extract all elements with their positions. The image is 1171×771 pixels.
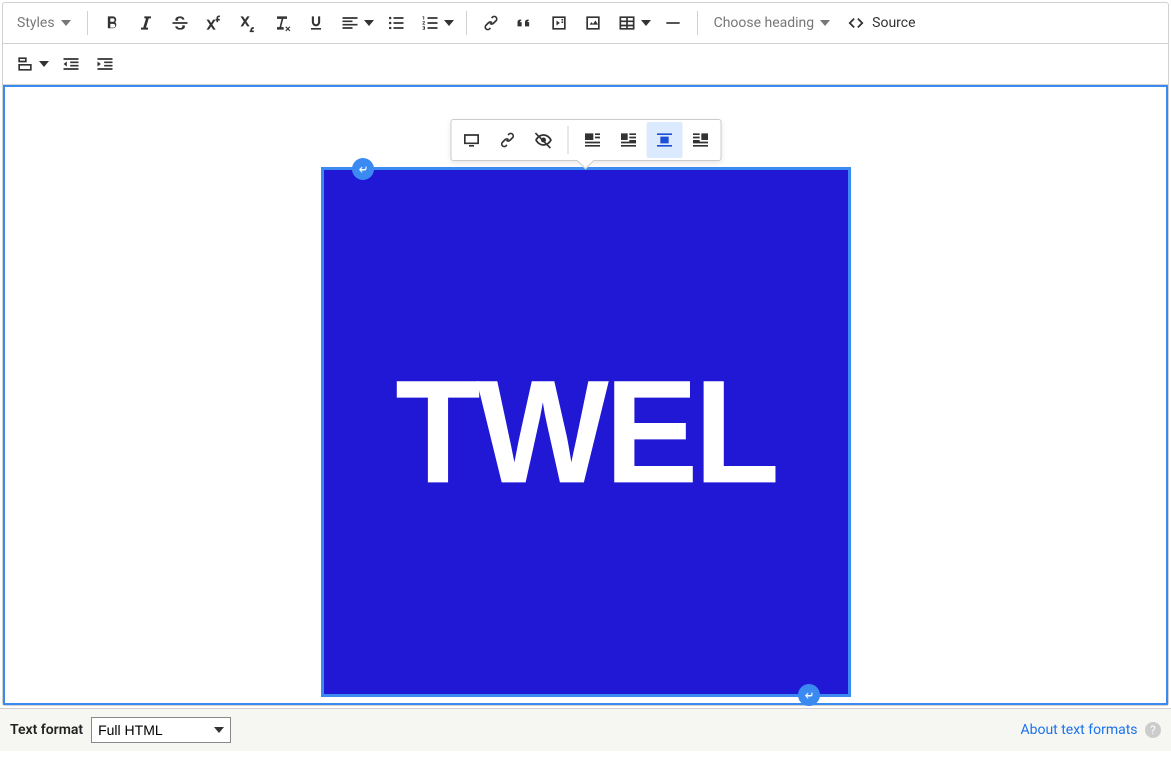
source-button-label: Source bbox=[872, 15, 915, 31]
table-icon bbox=[617, 13, 637, 33]
chevron-down-icon bbox=[39, 61, 49, 67]
selected-image-widget[interactable]: TWEL bbox=[321, 167, 851, 697]
separator bbox=[466, 11, 467, 35]
image-properties-button[interactable] bbox=[453, 122, 489, 158]
editor-container: Styles Choose heading Source bbox=[2, 2, 1169, 706]
show-blocks-icon bbox=[15, 54, 35, 74]
outdent-icon bbox=[61, 54, 81, 74]
align-left-icon bbox=[618, 130, 638, 150]
align-right-button[interactable] bbox=[682, 122, 718, 158]
image-icon bbox=[583, 13, 603, 33]
footer-right: About text formats ? bbox=[1020, 722, 1161, 738]
toolbar-row-1: Styles Choose heading Source bbox=[3, 3, 1168, 44]
image-button[interactable] bbox=[577, 7, 609, 39]
bold-icon bbox=[102, 13, 122, 33]
align-icon bbox=[340, 13, 360, 33]
text-format-label: Text format bbox=[10, 722, 83, 738]
align-center-button[interactable] bbox=[646, 122, 682, 158]
align-right-icon bbox=[690, 130, 710, 150]
underline-button[interactable] bbox=[300, 7, 332, 39]
return-icon bbox=[803, 689, 815, 701]
chevron-down-icon bbox=[364, 20, 374, 26]
source-button[interactable]: Source bbox=[840, 7, 921, 39]
drag-handle-top[interactable] bbox=[352, 158, 374, 180]
styles-dropdown[interactable]: Styles bbox=[9, 7, 79, 39]
strikethrough-icon bbox=[170, 13, 190, 33]
strikethrough-button[interactable] bbox=[164, 7, 196, 39]
underline-icon bbox=[306, 13, 326, 33]
superscript-icon bbox=[204, 13, 224, 33]
editor-content-area[interactable]: TWEL bbox=[3, 85, 1168, 705]
return-icon bbox=[357, 163, 369, 175]
heading-dropdown-label: Choose heading bbox=[714, 15, 815, 31]
separator bbox=[567, 126, 568, 154]
image-content: TWEL bbox=[324, 170, 848, 694]
superscript-button[interactable] bbox=[198, 7, 230, 39]
bullet-list-icon bbox=[386, 13, 406, 33]
align-block-left-icon bbox=[582, 130, 602, 150]
chevron-down-icon bbox=[61, 18, 71, 28]
source-icon bbox=[846, 13, 866, 33]
link-icon bbox=[481, 13, 501, 33]
horizontal-rule-icon bbox=[663, 13, 683, 33]
align-center-icon bbox=[654, 130, 674, 150]
media-icon bbox=[549, 13, 569, 33]
about-text-formats-link[interactable]: About text formats bbox=[1020, 722, 1137, 738]
chevron-down-icon bbox=[820, 18, 830, 28]
chevron-down-icon bbox=[641, 20, 651, 26]
image-logo-text: TWEL bbox=[395, 347, 776, 517]
heading-dropdown[interactable]: Choose heading bbox=[706, 7, 839, 39]
indent-icon bbox=[95, 54, 115, 74]
text-format-control: Text format Full HTML bbox=[10, 717, 231, 743]
subscript-icon bbox=[238, 13, 258, 33]
table-button[interactable] bbox=[611, 7, 643, 39]
chevron-down-icon bbox=[444, 20, 454, 26]
toolbar-row-2 bbox=[3, 44, 1168, 85]
display-icon bbox=[461, 130, 481, 150]
quote-icon bbox=[515, 13, 535, 33]
italic-button[interactable] bbox=[130, 7, 162, 39]
footer-bar: Text format Full HTML About text formats… bbox=[0, 708, 1171, 751]
text-format-select[interactable]: Full HTML bbox=[91, 717, 231, 743]
image-balloon-toolbar bbox=[450, 119, 721, 161]
align-none-button[interactable] bbox=[574, 122, 610, 158]
numbered-list-icon bbox=[420, 13, 440, 33]
separator bbox=[87, 11, 88, 35]
italic-icon bbox=[136, 13, 156, 33]
indent-button[interactable] bbox=[89, 48, 121, 80]
link-button[interactable] bbox=[475, 7, 507, 39]
drag-handle-bottom[interactable] bbox=[798, 684, 820, 706]
numbered-list-button[interactable] bbox=[414, 7, 446, 39]
bullet-list-button[interactable] bbox=[380, 7, 412, 39]
remove-format-button[interactable] bbox=[266, 7, 298, 39]
media-button[interactable] bbox=[543, 7, 575, 39]
subscript-button[interactable] bbox=[232, 7, 264, 39]
align-left-button[interactable] bbox=[610, 122, 646, 158]
image-link-button[interactable] bbox=[489, 122, 525, 158]
separator bbox=[697, 11, 698, 35]
styles-dropdown-label: Styles bbox=[17, 15, 55, 31]
help-icon[interactable]: ? bbox=[1145, 722, 1161, 738]
align-dropdown-button[interactable] bbox=[334, 7, 366, 39]
eye-off-icon bbox=[533, 130, 553, 150]
horizontal-rule-button[interactable] bbox=[657, 7, 689, 39]
link-icon bbox=[497, 130, 517, 150]
bold-button[interactable] bbox=[96, 7, 128, 39]
toggle-caption-button[interactable] bbox=[525, 122, 561, 158]
blockquote-button[interactable] bbox=[509, 7, 541, 39]
remove-format-icon bbox=[272, 13, 292, 33]
outdent-button[interactable] bbox=[55, 48, 87, 80]
show-blocks-button[interactable] bbox=[9, 48, 41, 80]
